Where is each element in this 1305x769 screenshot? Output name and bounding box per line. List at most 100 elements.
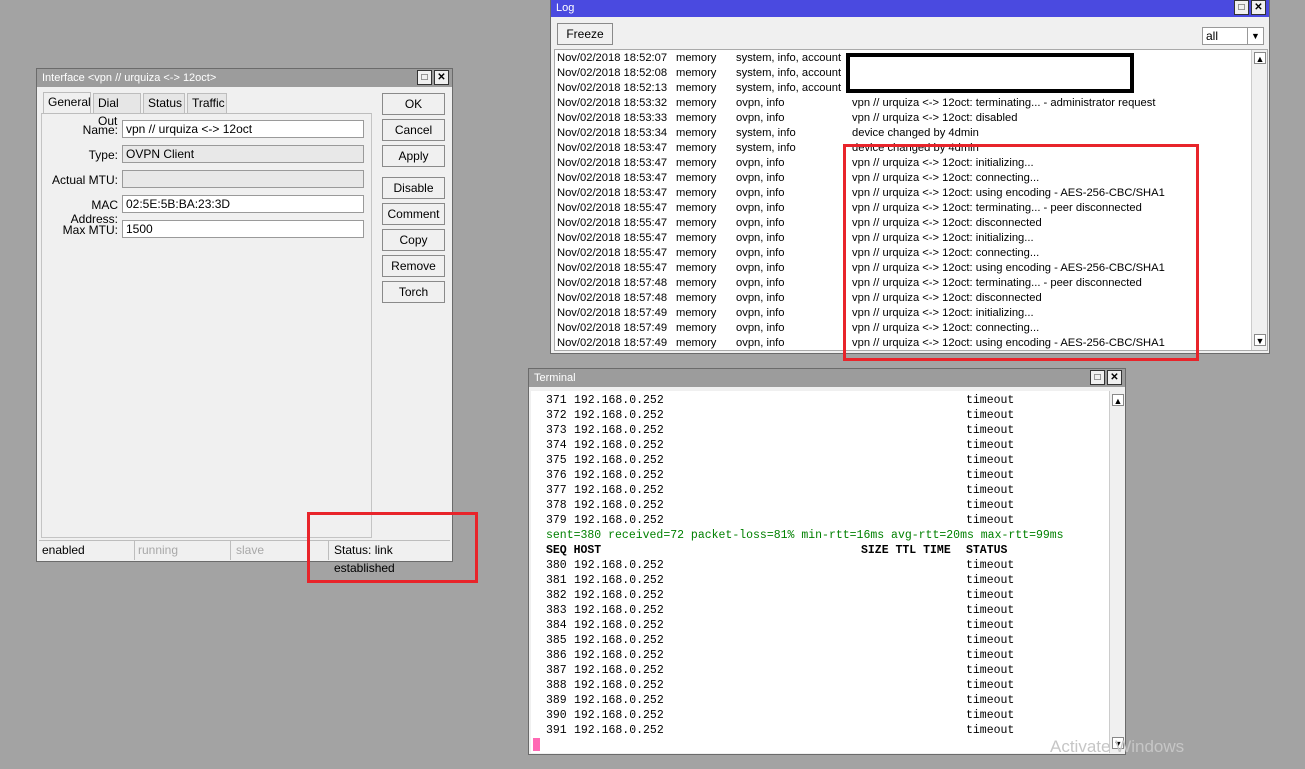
ok-button[interactable]: OK [382, 93, 445, 115]
log-title: Log [556, 2, 575, 14]
interface-titlebar[interactable]: Interface <vpn // urquiza <-> 12oct> □ ✕ [37, 69, 452, 87]
disable-button[interactable]: Disable [382, 177, 445, 199]
log-time: Nov/02/2018 18:52:08 [557, 67, 668, 79]
scroll-up-icon[interactable]: ▲ [1254, 52, 1266, 64]
apply-button[interactable]: Apply [382, 145, 445, 167]
ping-host: 192.168.0.252 [574, 454, 664, 467]
tab-traffic[interactable]: Traffic [187, 93, 227, 113]
log-topics: ovpn, info [736, 322, 785, 334]
ping-status: timeout [966, 649, 1015, 662]
log-buffer: memory [676, 67, 717, 79]
ping-status: timeout [966, 709, 1015, 722]
log-filter-value: all [1206, 29, 1219, 43]
ping-seq: 377 [546, 484, 567, 497]
terminal-screen[interactable]: 371 192.168.0.252 timeout 372 192.168.0.252 t… [531, 391, 1125, 753]
ping-seq: 380 [546, 559, 567, 572]
ping-seq: 373 [546, 424, 567, 437]
comment-button[interactable]: Comment [382, 203, 445, 225]
remove-button[interactable]: Remove [382, 255, 445, 277]
maximize-icon[interactable]: □ [1090, 370, 1105, 385]
log-time: Nov/02/2018 18:57:48 [557, 292, 668, 304]
ping-host: 192.168.0.252 [574, 439, 664, 452]
log-time: Nov/02/2018 18:55:47 [557, 232, 668, 244]
close-icon[interactable]: ✕ [434, 70, 449, 85]
tab-general[interactable]: General [43, 92, 91, 113]
log-time: Nov/02/2018 18:52:07 [557, 52, 668, 64]
log-row[interactable]: Nov/02/2018 18:53:32 memory ovpn, info vpn … [555, 96, 1253, 111]
log-titlebar[interactable]: Log □ ✕ [551, 0, 1269, 17]
tab-dial-out[interactable]: Dial Out [93, 93, 141, 128]
terminal-title: Terminal [534, 372, 576, 384]
close-icon[interactable]: ✕ [1251, 0, 1266, 15]
max-mtu-label: Max MTU: [62, 223, 118, 237]
mac-address-field[interactable]: 02:5E:5B:BA:23:3D [122, 195, 364, 213]
ping-host: 192.168.0.252 [574, 634, 664, 647]
name-field[interactable]: vpn // urquiza <-> 12oct [122, 120, 364, 138]
maximize-icon[interactable]: □ [1234, 0, 1249, 15]
ping-summary: sent=380 received=72 packet-loss=81% min… [546, 529, 1064, 542]
tab-strip: General Dial Out Status Traffic [41, 92, 371, 128]
maximize-icon[interactable]: □ [417, 70, 432, 85]
ping-status: timeout [966, 724, 1015, 737]
scroll-down-icon[interactable]: ▼ [1254, 334, 1266, 346]
log-buffer: memory [676, 322, 717, 334]
ping-seq: 374 [546, 439, 567, 452]
log-row[interactable]: Nov/02/2018 18:53:33 memory ovpn, info vpn … [555, 111, 1253, 126]
ping-seq: 389 [546, 694, 567, 707]
log-buffer: memory [676, 97, 717, 109]
log-time: Nov/02/2018 18:55:47 [557, 247, 668, 259]
terminal-titlebar[interactable]: Terminal □ ✕ [529, 369, 1125, 387]
log-buffer: memory [676, 247, 717, 259]
log-scrollbar[interactable]: ▲ ▼ [1251, 50, 1267, 350]
ping-seq: 375 [546, 454, 567, 467]
log-topics: ovpn, info [736, 112, 785, 124]
ping-status: timeout [966, 409, 1015, 422]
terminal-window: Terminal □ ✕ 371 192.168.0.252 timeout 372 1… [528, 368, 1126, 755]
log-topics: ovpn, info [736, 232, 785, 244]
ping-header: SEQ HOST SIZE TTL TIME STATUS [531, 543, 1109, 558]
log-buffer: memory [676, 127, 717, 139]
log-filter-select[interactable]: all ▼ [1202, 27, 1264, 45]
copy-button[interactable]: Copy [382, 229, 445, 251]
log-topics: ovpn, info [736, 97, 785, 109]
log-time: Nov/02/2018 18:53:47 [557, 157, 668, 169]
type-field: OVPN Client [122, 145, 364, 163]
actual-mtu-field [122, 170, 364, 188]
scroll-up-icon[interactable]: ▲ [1112, 394, 1124, 406]
log-time: Nov/02/2018 18:57:48 [557, 277, 668, 289]
close-icon[interactable]: ✕ [1107, 370, 1122, 385]
log-time: Nov/02/2018 18:53:34 [557, 127, 668, 139]
ping-header-status: STATUS [966, 544, 1008, 557]
cancel-button[interactable]: Cancel [382, 119, 445, 141]
max-mtu-field[interactable]: 1500 [122, 220, 364, 238]
log-buffer: memory [676, 142, 717, 154]
ping-status: timeout [966, 424, 1015, 437]
actual-mtu-label: Actual MTU: [51, 173, 118, 187]
tab-status[interactable]: Status [143, 93, 185, 113]
log-buffer: memory [676, 157, 717, 169]
ping-host: 192.168.0.252 [574, 589, 664, 602]
ping-status: timeout [966, 484, 1015, 497]
name-label: Name: [82, 123, 118, 137]
ping-seq: 379 [546, 514, 567, 527]
ping-host: 192.168.0.252 [574, 574, 664, 587]
freeze-button[interactable]: Freeze [557, 23, 613, 45]
ping-seq: 391 [546, 724, 567, 737]
ping-status: timeout [966, 559, 1015, 572]
annotation-box-status [307, 512, 478, 583]
torch-button[interactable]: Torch [382, 281, 445, 303]
ping-status: timeout [966, 574, 1015, 587]
log-row[interactable]: Nov/02/2018 18:53:34 memory system, info de… [555, 126, 1253, 141]
ping-seq: 378 [546, 499, 567, 512]
log-topics: ovpn, info [736, 202, 785, 214]
interface-window: Interface <vpn // urquiza <-> 12oct> □ ✕… [36, 68, 453, 575]
ping-seq: 381 [546, 574, 567, 587]
ping-seq: 388 [546, 679, 567, 692]
log-topics: ovpn, info [736, 307, 785, 319]
log-time: Nov/02/2018 18:52:13 [557, 82, 668, 94]
ping-host: 192.168.0.252 [574, 604, 664, 617]
log-buffer: memory [676, 52, 717, 64]
log-time: Nov/02/2018 18:57:49 [557, 337, 668, 349]
terminal-scrollbar[interactable]: ▲ ▼ [1109, 391, 1125, 753]
general-panel: Name: vpn // urquiza <-> 12oct Type: OVP… [41, 113, 372, 538]
